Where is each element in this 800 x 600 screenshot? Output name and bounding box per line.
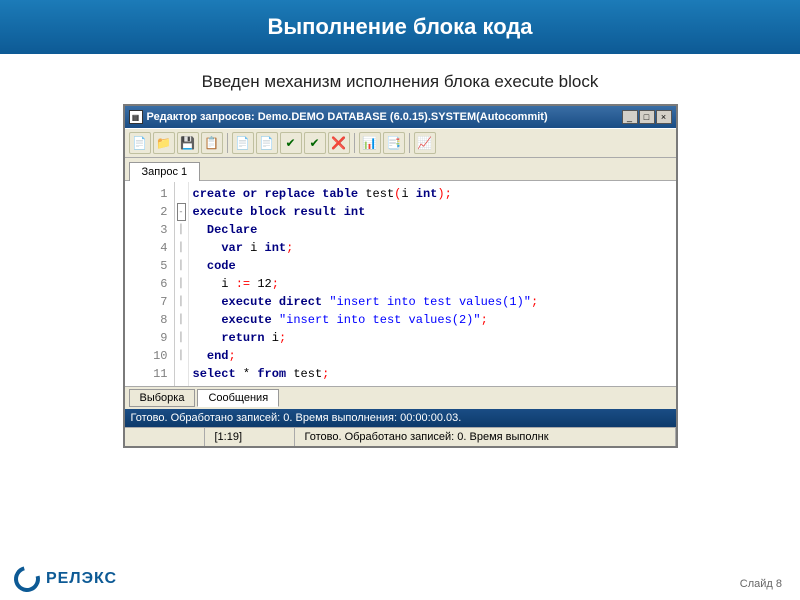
check2-icon[interactable]: ✔ [304,132,326,154]
logo: РЕЛЭКС [14,566,117,592]
chart-icon[interactable]: 📊 [359,132,381,154]
slide-footer: Слайд 8 [740,578,782,590]
status-empty [125,428,205,446]
window-title: Редактор запросов: Demo.DEMO DATABASE (6… [147,111,622,123]
toolbar-separator [227,133,228,153]
check-icon[interactable]: ✔ [280,132,302,154]
doc-icon[interactable]: 📄 [232,132,254,154]
code-editor[interactable]: 1234567891011 -││││││││ create or replac… [125,181,676,386]
fold-column: -││││││││ [175,182,189,386]
cancel-icon[interactable]: ❌ [328,132,350,154]
title-bar: ▦ Редактор запросов: Demo.DEMO DATABASE … [125,106,676,128]
message-bar: Готово. Обработано записей: 0. Время вып… [125,409,676,427]
status-bar: [1:19] Готово. Обработано записей: 0. Вр… [125,427,676,446]
save-icon[interactable]: 💾 [177,132,199,154]
tab-query-1[interactable]: Запрос 1 [129,162,201,181]
result-tabs: Выборка Сообщения [125,386,676,409]
toolbar-separator [354,133,355,153]
tab-selection[interactable]: Выборка [129,389,196,407]
tab-messages[interactable]: Сообщения [197,389,279,407]
status-text: Готово. Обработано записей: 0. Время вып… [295,428,676,446]
slide-title: Выполнение блока кода [0,0,800,54]
logo-ring-icon [9,561,45,597]
copy-icon[interactable]: 📋 [201,132,223,154]
doc2-icon[interactable]: 📄 [256,132,278,154]
status-cursor: [1:19] [205,428,295,446]
app-icon: ▦ [129,110,143,124]
open-icon[interactable]: 📁 [153,132,175,154]
maximize-button[interactable]: □ [639,110,655,124]
app-window: ▦ Редактор запросов: Demo.DEMO DATABASE … [123,104,678,448]
grid-icon[interactable]: 📑 [383,132,405,154]
toolbar: 📄 📁 💾 📋 📄 📄 ✔ ✔ ❌ 📊 📑 📈 [125,128,676,158]
slide-subtitle: Введен механизм исполнения блока execute… [0,54,800,104]
new-icon[interactable]: 📄 [129,132,151,154]
toolbar-separator [409,133,410,153]
close-button[interactable]: × [656,110,672,124]
logo-text: РЕЛЭКС [46,570,117,588]
code-lines[interactable]: create or replace table test(i int);exec… [189,182,676,386]
stats-icon[interactable]: 📈 [414,132,436,154]
line-gutter: 1234567891011 [125,182,175,386]
minimize-button[interactable]: _ [622,110,638,124]
query-tabs: Запрос 1 [125,158,676,181]
